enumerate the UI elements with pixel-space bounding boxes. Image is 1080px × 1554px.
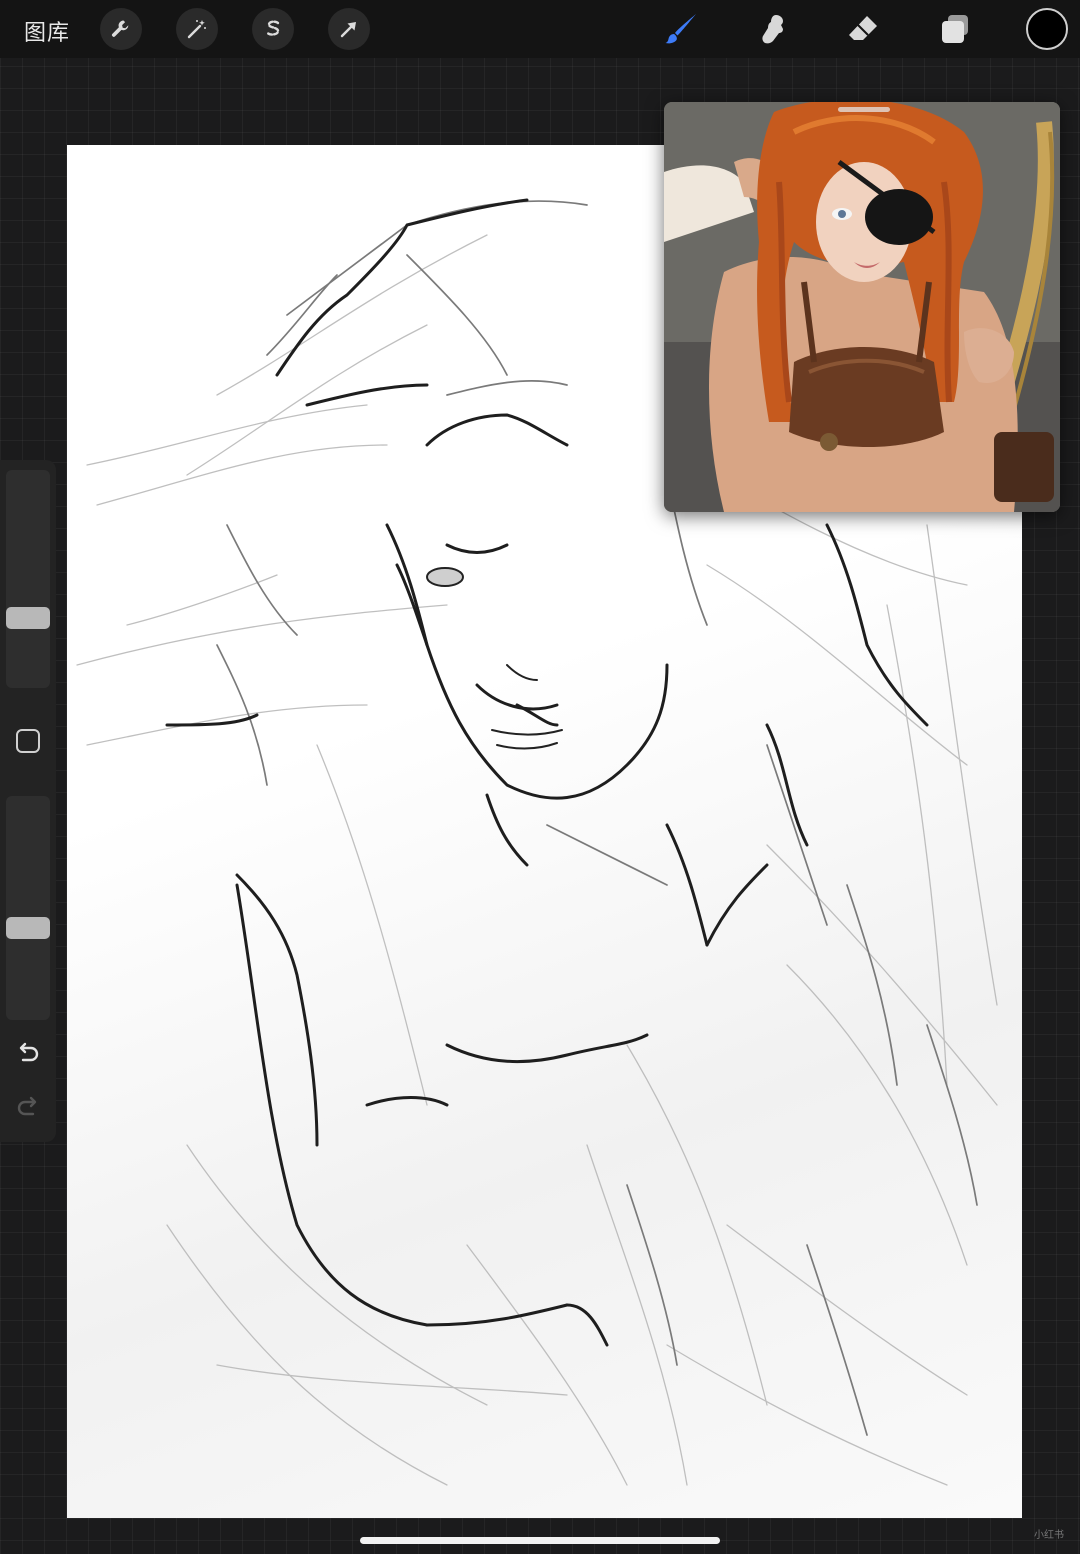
gallery-button[interactable]: 图库 — [24, 15, 70, 47]
redo-icon — [17, 1096, 37, 1116]
color-picker-button[interactable] — [1026, 8, 1068, 50]
arrow-cursor-icon — [340, 22, 356, 38]
reference-grab-handle[interactable] — [838, 107, 890, 112]
brush-opacity-thumb[interactable] — [6, 917, 50, 940]
eraser-icon — [849, 16, 877, 40]
brush-size-thumb[interactable] — [6, 607, 50, 630]
undo-button[interactable] — [14, 1040, 42, 1068]
transform-button[interactable] — [328, 8, 370, 50]
adjustments-button[interactable] — [176, 8, 218, 50]
watermark-text: 小红书 — [1034, 1530, 1064, 1541]
top-toolbar: 图库 — [0, 0, 1080, 58]
undo-icon — [19, 1042, 39, 1062]
actions-button[interactable] — [100, 8, 142, 50]
selection-s-icon — [266, 20, 280, 36]
brush-icon — [665, 14, 696, 44]
brush-opacity-slider[interactable] — [6, 796, 50, 1020]
brush-size-slider[interactable] — [6, 470, 50, 688]
reference-window[interactable] — [664, 102, 1060, 512]
magic-wand-icon — [187, 20, 206, 39]
home-indicator[interactable] — [360, 1537, 720, 1544]
redo-button[interactable] — [14, 1094, 42, 1122]
eraser-button[interactable] — [842, 8, 884, 50]
smudge-button[interactable] — [751, 8, 793, 50]
wrench-icon — [111, 20, 129, 37]
reference-photo — [664, 102, 1060, 512]
smudge-icon — [762, 15, 783, 44]
layers-icon — [942, 15, 968, 43]
layers-button[interactable] — [934, 8, 976, 50]
left-sidebar — [0, 460, 56, 1142]
selection-button[interactable] — [252, 8, 294, 50]
brush-button[interactable] — [660, 8, 702, 50]
modify-button[interactable] — [16, 729, 40, 753]
